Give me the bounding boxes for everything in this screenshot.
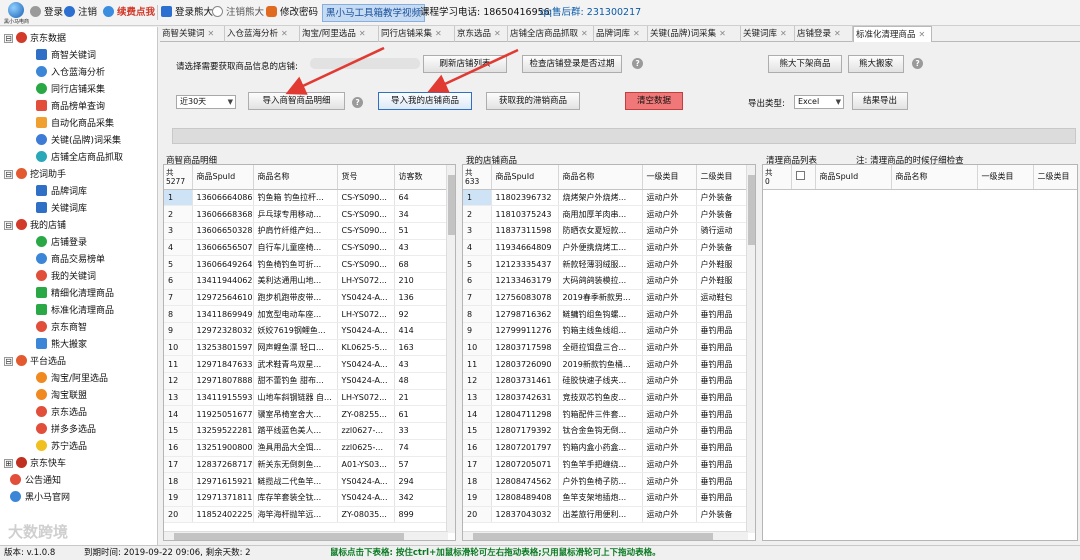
hint-text: 鼠标点击下表格: 按住ctrl+加鼠标滑轮可左右拖动表格;只用鼠标滑轮可上下拖动…: [330, 548, 661, 558]
status-bar: 版本: v.1.0.8 到期时间: 2019-09-22 09:06, 剩余天数…: [0, 545, 1080, 560]
annotation-arrows: [285, 46, 519, 95]
arrow-to-import-my-store: [427, 48, 519, 93]
version-text: 版本: v.1.0.8: [4, 548, 56, 558]
arrow-to-import-shangzhi: [285, 46, 385, 95]
expire-text: 到期时间: 2019-09-22 09:06, 剩余天数: 2: [84, 548, 251, 558]
